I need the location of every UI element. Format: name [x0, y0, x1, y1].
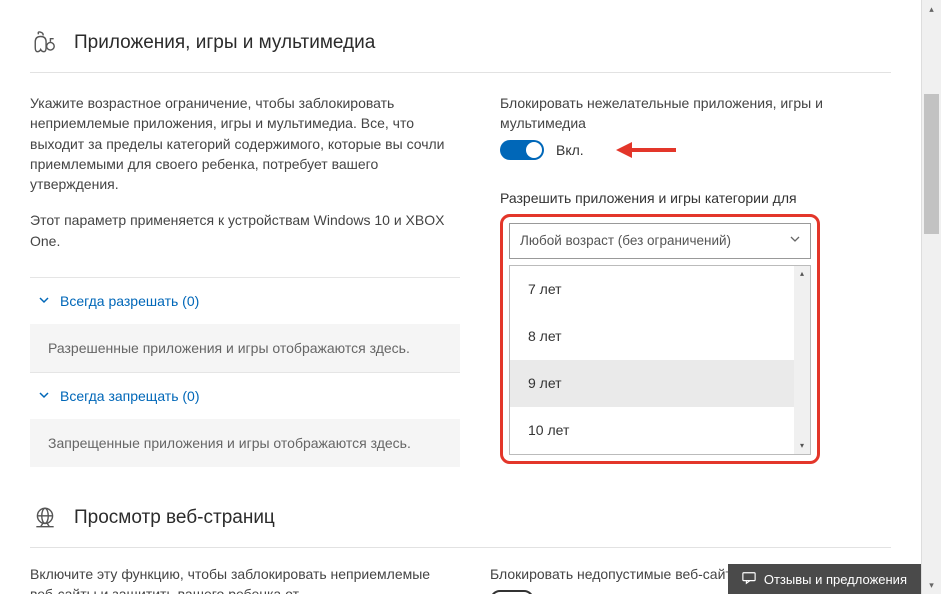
web-browsing-icon — [30, 503, 60, 533]
web-description: Включите эту функцию, чтобы заблокироват… — [30, 564, 450, 594]
dropdown-scrollbar[interactable]: ▴ ▾ — [794, 266, 810, 454]
allow-category-label: Разрешить приложения и игры категории дл… — [500, 190, 891, 206]
always-allow-expander[interactable]: Всегда разрешать (0) — [38, 293, 452, 309]
apps-description-2: Этот параметр применяется к устройствам … — [30, 210, 460, 251]
apps-games-icon — [30, 28, 60, 58]
chevron-down-icon — [38, 293, 50, 309]
always-allow-label: Всегда разрешать (0) — [60, 293, 199, 309]
chevron-down-icon — [38, 388, 50, 404]
web-section-title: Просмотр веб-страниц — [74, 507, 275, 529]
apps-section-title: Приложения, игры и мультимедиа — [74, 32, 375, 54]
annotation-arrow — [616, 141, 676, 159]
block-sites-toggle[interactable] — [490, 590, 534, 594]
blocked-apps-placeholder: Запрещенные приложения и игры отображают… — [30, 419, 460, 467]
block-apps-toggle[interactable] — [500, 140, 544, 160]
always-block-label: Всегда запрещать (0) — [60, 388, 200, 404]
age-option[interactable]: 7 лет — [510, 266, 794, 313]
always-block-expander[interactable]: Всегда запрещать (0) — [38, 388, 452, 404]
allowed-apps-placeholder: Разрешенные приложения и игры отображают… — [30, 324, 460, 372]
scroll-up-icon[interactable]: ▴ — [922, 0, 941, 18]
scroll-up-icon[interactable]: ▴ — [794, 266, 810, 282]
scrollbar-thumb[interactable] — [924, 94, 939, 234]
page-scrollbar[interactable]: ▴ ▾ — [921, 0, 941, 594]
feedback-button[interactable]: Отзывы и предложения — [728, 564, 921, 594]
age-option[interactable]: 8 лет — [510, 313, 794, 360]
feedback-label: Отзывы и предложения — [764, 572, 907, 587]
age-rating-listbox[interactable]: 7 лет8 лет9 лет10 лет ▴ ▾ — [509, 265, 811, 455]
scroll-down-icon[interactable]: ▾ — [922, 576, 941, 594]
scroll-down-icon[interactable]: ▾ — [794, 438, 810, 454]
chat-icon — [742, 571, 756, 588]
block-apps-label: Блокировать нежелательные приложения, иг… — [500, 93, 891, 134]
block-apps-toggle-state: Вкл. — [556, 142, 584, 158]
age-option[interactable]: 10 лет — [510, 407, 794, 454]
age-rating-selected: Любой возраст (без ограничений) — [520, 233, 731, 248]
age-rating-dropdown[interactable]: Любой возраст (без ограничений) — [509, 223, 811, 259]
age-option[interactable]: 9 лет — [510, 360, 794, 407]
chevron-down-icon — [790, 234, 800, 247]
annotation-highlight-box: Любой возраст (без ограничений) 7 лет8 л… — [500, 214, 820, 464]
apps-description-1: Укажите возрастное ограничение, чтобы за… — [30, 93, 460, 194]
